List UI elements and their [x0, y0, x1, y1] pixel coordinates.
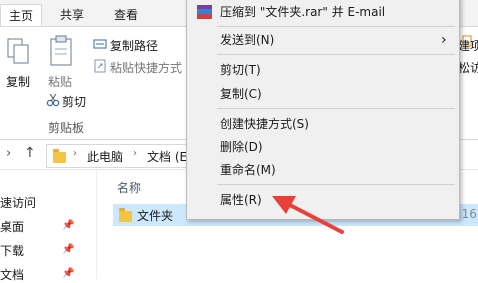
cut-button[interactable]: 剪切: [62, 93, 86, 110]
copy-path-button[interactable]: 复制路径: [110, 37, 158, 54]
paste-shortcut-icon: [94, 59, 106, 73]
menu-item-label: 重命名(M): [220, 163, 276, 177]
address-breadcrumb[interactable]: › 此电脑 › 文档 (E: [46, 144, 208, 168]
clipboard-paste-icon: [50, 35, 72, 66]
copy-path-icon: [93, 39, 107, 49]
menu-item-label: 发送到(N): [220, 33, 275, 47]
breadcrumb-separator: ›: [133, 148, 137, 159]
menu-separator: [217, 26, 455, 27]
menu-item-cut[interactable]: 剪切(T): [187, 59, 459, 81]
tab-share[interactable]: 共享: [54, 4, 90, 26]
file-name: 文件夹: [137, 209, 174, 223]
easy-access-button[interactable]: 松访: [458, 59, 478, 76]
clipboard-group-label: 剪贴板: [48, 121, 85, 135]
nav-item-documents[interactable]: 文档: [0, 266, 24, 283]
scissors-icon: [46, 93, 60, 107]
tab-view[interactable]: 查看: [108, 4, 144, 26]
menu-item-delete[interactable]: 删除(D): [187, 136, 459, 158]
menu-item-rename[interactable]: 重命名(M): [187, 159, 459, 181]
navigation-pane: 速访问 桌面 📌 下载 📌 文档 📌: [0, 170, 97, 282]
pin-icon: 📌: [62, 220, 75, 231]
collapse-arrow[interactable]: [97, 172, 107, 180]
breadcrumb-this-pc[interactable]: 此电脑: [87, 148, 123, 165]
new-item-button[interactable]: 建项: [458, 37, 478, 54]
submenu-arrow-icon: ›: [441, 32, 447, 48]
folder-icon: [119, 208, 132, 222]
copy-button[interactable]: 复制: [6, 73, 30, 90]
column-header-name[interactable]: 名称: [117, 179, 141, 196]
menu-separator: [217, 54, 455, 55]
menu-item-label: 创建快捷方式(S): [220, 117, 309, 131]
breadcrumb-separator: ›: [73, 148, 77, 159]
menu-item-label: 复制(C): [220, 87, 262, 101]
tab-home[interactable]: 主页: [0, 4, 42, 27]
menu-item-copy[interactable]: 复制(C): [187, 83, 459, 105]
menu-separator: [217, 184, 455, 185]
winrar-icon: [197, 5, 212, 19]
menu-item-create-shortcut[interactable]: 创建快捷方式(S): [187, 113, 459, 135]
menu-item-send-to[interactable]: 发送到(N) ›: [187, 29, 459, 51]
menu-item-label: 剪切(T): [220, 63, 261, 77]
chevron-right-icon[interactable]: ›: [6, 146, 11, 161]
annotation-arrow-icon: [272, 196, 344, 234]
nav-item-desktop[interactable]: 桌面: [0, 218, 24, 235]
nav-item-quick-access[interactable]: 速访问: [0, 194, 36, 211]
breadcrumb-documents[interactable]: 文档 (E: [147, 148, 187, 165]
menu-item-label: 压缩到 "文件夹.rar" 并 E-mail: [220, 5, 386, 19]
menu-item-compress-email[interactable]: 压缩到 "文件夹.rar" 并 E-mail: [187, 1, 459, 23]
paste-shortcut-button[interactable]: 粘贴快捷方式: [110, 59, 182, 76]
nav-item-downloads[interactable]: 下载: [0, 242, 24, 259]
folder-icon: [53, 149, 66, 163]
paste-button[interactable]: 粘贴: [48, 73, 72, 90]
menu-separator: [217, 108, 455, 109]
pin-icon: 📌: [62, 268, 75, 279]
copy-icon: [7, 38, 29, 64]
pin-icon: 📌: [62, 244, 75, 255]
up-arrow-icon[interactable]: ↑: [24, 145, 36, 161]
menu-item-label: 删除(D): [220, 140, 263, 154]
menu-item-label: 属性(R): [220, 193, 262, 207]
